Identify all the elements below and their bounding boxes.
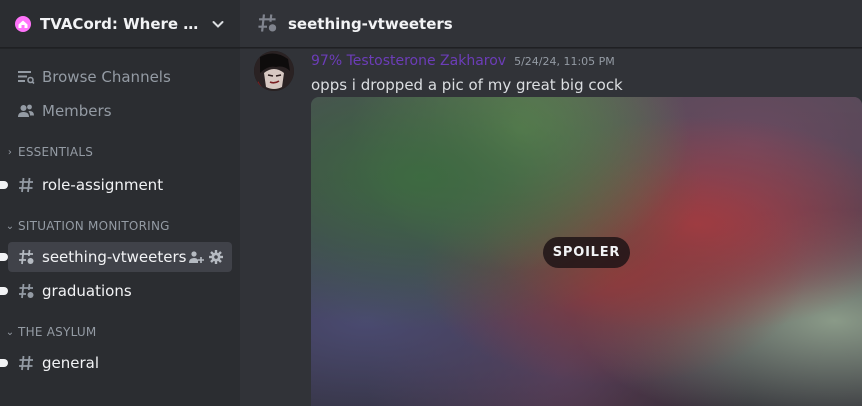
chat-area: seething-vtweeters 97% Testosterone Zakh… (240, 0, 862, 406)
home-icon (14, 15, 32, 33)
channel-header: seething-vtweeters (240, 0, 862, 48)
chevron-down-icon[interactable] (210, 16, 226, 32)
browse-channels-icon (16, 67, 36, 87)
chevron-down-icon: ⌄ (5, 326, 15, 338)
channel-graduations[interactable]: graduations (0, 276, 232, 306)
browse-channels-label: Browse Channels (42, 68, 171, 86)
hash-thread-icon (256, 12, 280, 36)
category-essentials[interactable]: › ESSENTIALS (0, 140, 240, 164)
hash-thread-icon (16, 247, 36, 267)
gear-icon[interactable] (208, 249, 224, 265)
spoiler-image-attachment[interactable]: SPOILER (311, 97, 862, 406)
browse-channels-link[interactable]: Browse Channels (8, 60, 232, 94)
hash-thread-icon (16, 281, 36, 301)
members-link[interactable]: Members (8, 94, 232, 128)
channel-sidebar: TVACord: Where Man... Browse Channels Me… (0, 0, 240, 406)
unread-indicator (0, 359, 8, 367)
members-label: Members (42, 102, 112, 120)
server-name: TVACord: Where Man... (40, 14, 204, 33)
channel-seething-vtweeters[interactable]: seething-vtweeters (0, 242, 232, 272)
channel-role-assignment[interactable]: role-assignment (0, 170, 232, 200)
message-timestamp: 5/24/24, 11:05 PM (514, 55, 615, 68)
spoiler-badge[interactable]: SPOILER (543, 237, 630, 268)
channel-general[interactable]: general (0, 348, 232, 378)
message-author[interactable]: 97% Testosterone Zakharov (311, 53, 506, 69)
channel-title: seething-vtweeters (288, 14, 453, 33)
category-situation-monitoring[interactable]: ⌄ SITUATION MONITORING (0, 214, 240, 238)
chevron-right-icon: › (7, 146, 13, 158)
hash-icon (16, 175, 36, 195)
unread-indicator (0, 181, 8, 189)
avatar[interactable] (254, 51, 294, 91)
unread-indicator (0, 253, 8, 261)
hash-icon (16, 353, 36, 373)
message-text: opps i dropped a pic of my great big coc… (311, 76, 623, 94)
invite-icon[interactable] (188, 249, 204, 265)
category-the-asylum[interactable]: ⌄ THE ASYLUM (0, 320, 240, 344)
server-header[interactable]: TVACord: Where Man... (0, 0, 240, 48)
members-icon (16, 101, 36, 121)
chevron-down-icon: ⌄ (5, 220, 15, 232)
unread-indicator (0, 287, 8, 295)
